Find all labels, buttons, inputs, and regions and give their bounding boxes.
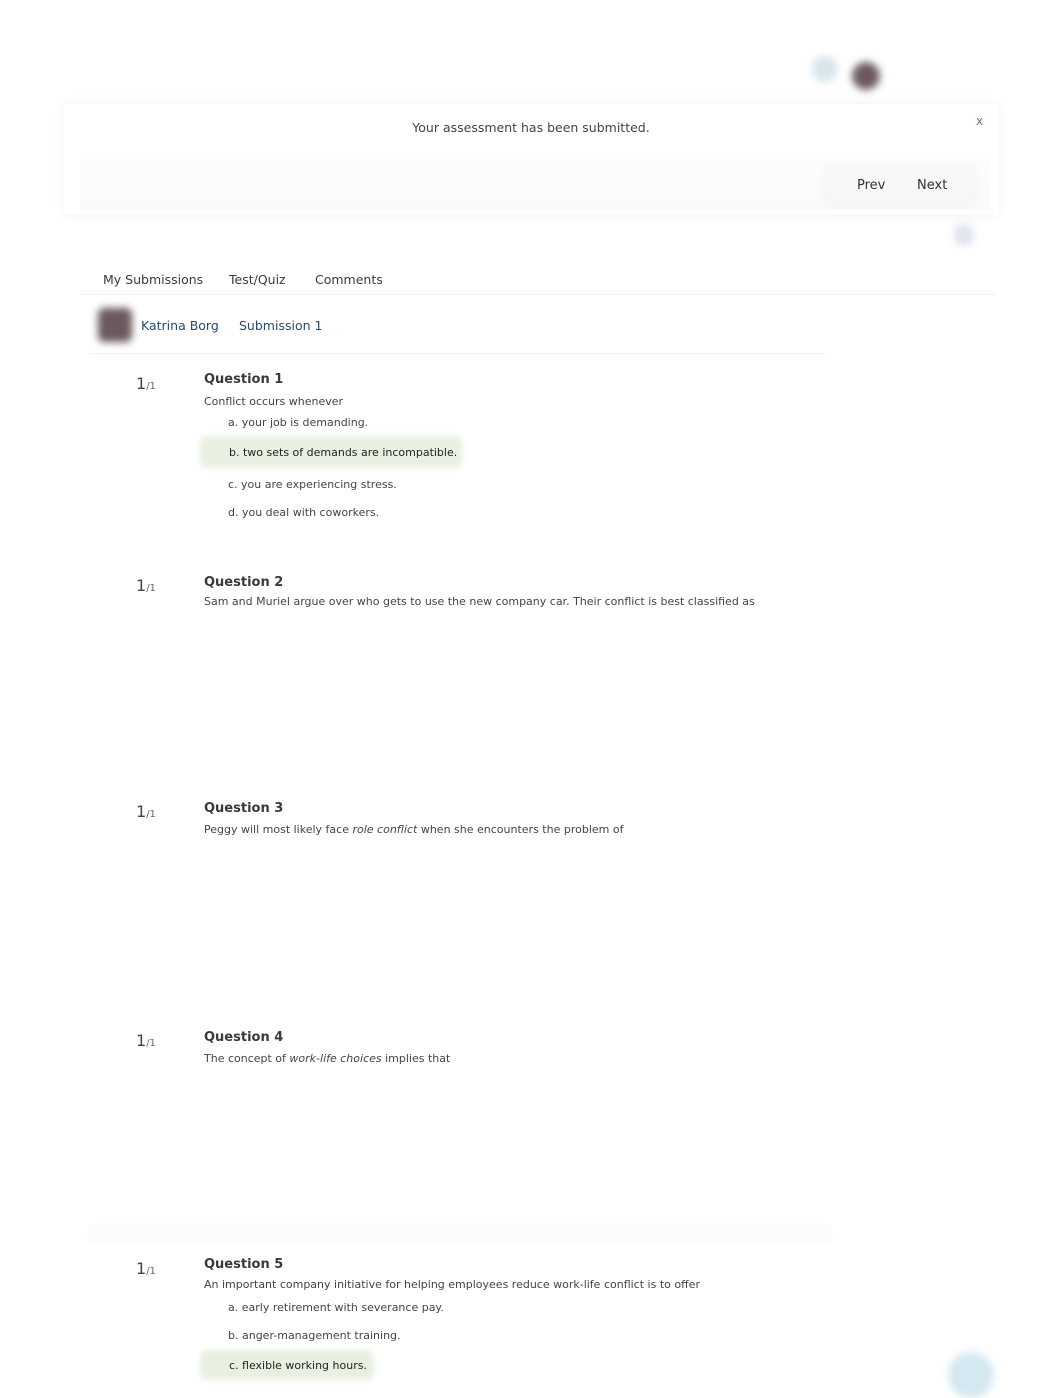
prev-next-group — [825, 166, 975, 204]
tab-my-submissions[interactable]: My Submissions — [103, 272, 203, 287]
question-1-option-b: b. two sets of demands are incompatible. — [229, 446, 458, 459]
user-avatar[interactable] — [852, 62, 880, 90]
student-name-link[interactable]: Katrina Borg — [141, 318, 219, 333]
question-1-option-c: c. you are experiencing stress. — [228, 478, 397, 491]
question-1-score: 1/1 — [136, 374, 156, 393]
question-1-prompt: Conflict occurs whenever — [204, 395, 344, 408]
tab-bar — [80, 254, 995, 295]
student-avatar — [98, 308, 132, 342]
prev-button[interactable]: Prev — [857, 178, 885, 193]
question-5-score: 1/1 — [136, 1259, 156, 1278]
settings-icon[interactable] — [953, 224, 975, 246]
help-icon[interactable] — [812, 56, 838, 82]
question-3-score: 1/1 — [136, 802, 156, 821]
tab-comments[interactable]: Comments — [315, 272, 383, 287]
question-1-option-d: d. you deal with coworkers. — [228, 506, 380, 519]
tab-test-quiz[interactable]: Test/Quiz — [229, 272, 286, 287]
question-5-option-b: b. anger-management training. — [228, 1329, 401, 1342]
chat-icon[interactable] — [948, 1352, 994, 1398]
question-2-prompt: Sam and Muriel argue over who gets to us… — [204, 595, 755, 608]
question-5-prompt: An important company initiative for help… — [204, 1278, 700, 1291]
question-4-title: Question 4 — [204, 1030, 284, 1045]
submission-link[interactable]: Submission 1 — [239, 318, 322, 333]
banner-message: Your assessment has been submitted. — [412, 120, 650, 135]
next-button[interactable]: Next — [917, 178, 947, 193]
question-4-prompt: The concept of work-life choices implies… — [204, 1052, 451, 1065]
question-5-option-a: a. early retirement with severance pay. — [228, 1301, 444, 1314]
question-5-title: Question 5 — [204, 1257, 284, 1272]
question-2-score: 1/1 — [136, 576, 156, 595]
page-break-bar — [90, 1226, 830, 1242]
question-1-title: Question 1 — [204, 372, 284, 387]
question-1-option-a: a. your job is demanding. — [228, 416, 369, 429]
question-4-score: 1/1 — [136, 1031, 156, 1050]
question-3-prompt: Peggy will most likely face role conflic… — [204, 823, 624, 836]
question-5-option-c: c. flexible working hours. — [229, 1359, 367, 1372]
question-3-title: Question 3 — [204, 801, 284, 816]
close-banner-button[interactable]: x — [976, 114, 983, 128]
question-2-title: Question 2 — [204, 575, 284, 590]
